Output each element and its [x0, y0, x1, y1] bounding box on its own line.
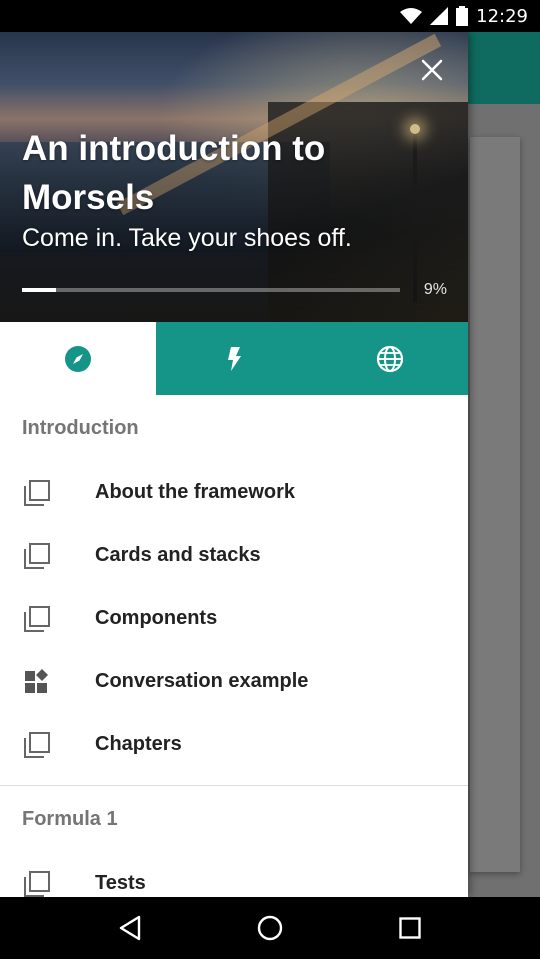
navigation-drawer: An introduction to Morsels Come in. Take…: [0, 32, 468, 897]
tab-world[interactable]: [312, 322, 468, 395]
back-button[interactable]: [110, 908, 150, 948]
stack-icon: [24, 731, 50, 758]
system-nav-bar: [0, 897, 540, 959]
list-item-label: Chapters: [95, 733, 182, 755]
wifi-icon: [400, 8, 423, 24]
signal-icon: [430, 7, 449, 25]
progress-bar: [22, 288, 400, 292]
list-item-label: Conversation example: [95, 670, 309, 692]
stack-icon: [24, 479, 50, 506]
status-bar: 12:29: [0, 0, 540, 32]
list-item-chapters[interactable]: Chapters: [0, 713, 468, 776]
stack-icon: [24, 542, 50, 569]
drawer-hero: An introduction to Morsels Come in. Take…: [0, 32, 468, 322]
list-item-label: About the framework: [95, 481, 296, 503]
home-icon: [257, 915, 283, 941]
tab-explore[interactable]: [0, 322, 156, 395]
back-icon: [119, 915, 141, 941]
stack-icon: [24, 605, 50, 632]
battery-icon: [456, 6, 469, 26]
stack-icon: [24, 870, 50, 897]
globe-icon: [376, 345, 404, 372]
tab-highlights[interactable]: [156, 322, 312, 395]
section-header-introduction: Introduction: [22, 417, 139, 439]
section-header-formula-1: Formula 1: [22, 808, 118, 830]
close-icon[interactable]: [418, 56, 446, 84]
list-item-label: Components: [95, 607, 218, 629]
home-button[interactable]: [250, 908, 290, 948]
progress-fill: [22, 288, 57, 292]
drawer-tabs: [0, 322, 468, 395]
list-item-components[interactable]: Components: [0, 587, 468, 650]
progress-label: 9%: [423, 281, 447, 298]
compass-icon: [65, 345, 91, 372]
recents-icon: [399, 917, 421, 939]
status-time: 12:29: [476, 5, 528, 27]
hero-subtitle: Come in. Take your shoes off.: [22, 224, 352, 252]
hero-title: An introduction to Morsels: [22, 129, 326, 217]
lightning-icon: [228, 346, 241, 371]
background-card: [470, 137, 520, 872]
list-item-conversation-example[interactable]: Conversation example: [0, 650, 468, 713]
list-item-cards-and-stacks[interactable]: Cards and stacks: [0, 524, 468, 587]
recents-button[interactable]: [390, 908, 430, 948]
list-item-about-the-framework[interactable]: About the framework: [0, 461, 468, 524]
widgets-icon: [25, 668, 48, 693]
list-item-tests[interactable]: Tests: [0, 852, 468, 897]
list-item-label: Tests: [95, 872, 146, 894]
list-item-label: Cards and stacks: [95, 544, 261, 566]
